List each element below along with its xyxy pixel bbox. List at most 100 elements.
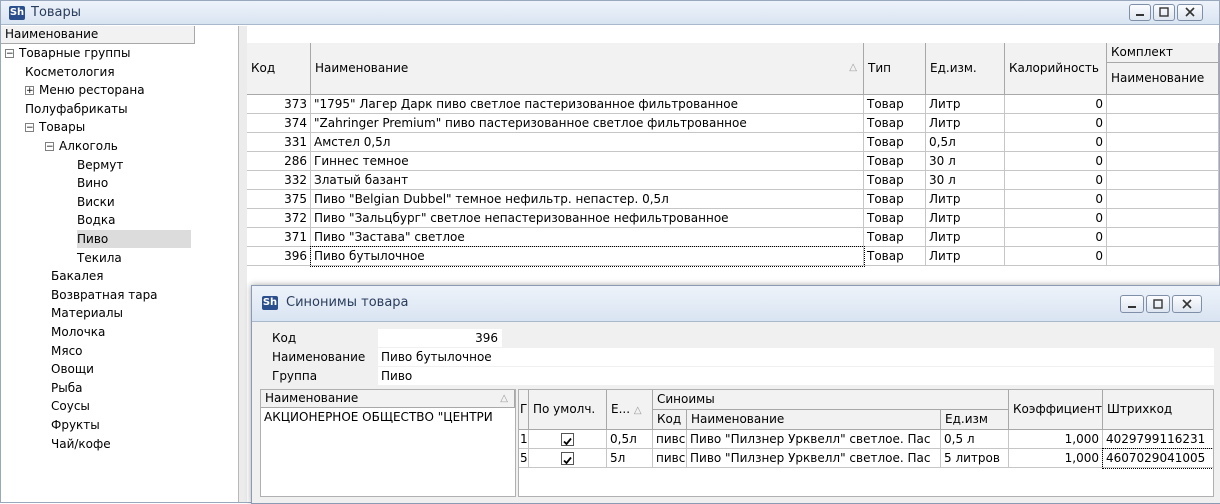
dialog-close-icon[interactable] — [1172, 295, 1202, 313]
supplier-row[interactable]: АКЦИОНЕРНОЕ ОБЩЕСТВО "ЦЕНТРИ — [261, 408, 515, 426]
tree-item[interactable]: Пиво — [77, 230, 191, 248]
tree-item[interactable]: + Меню ресторана — [25, 81, 145, 99]
syn-col-header-syn-unit[interactable]: Ед.изм — [941, 410, 1009, 430]
table-row[interactable]: 5 5л пивс Пиво "Пилзнер Урквелл" светлое. П… — [519, 448, 1213, 469]
cell-default — [529, 449, 607, 468]
table-row[interactable]: 332 Златый базант Товар 30 л0 — [247, 171, 1219, 190]
tree-item[interactable]: Полуфабрикаты — [25, 100, 128, 118]
syn-col-header-unit[interactable]: Е... △ — [607, 390, 653, 430]
cell-code: 375 — [247, 190, 311, 209]
cell-unit: 0,5л — [926, 133, 1005, 152]
tree-item[interactable]: Фрукты — [51, 416, 100, 434]
cell-kit-name — [1107, 190, 1219, 209]
minimize-icon[interactable] — [1129, 4, 1151, 21]
syn-col-header-syn-code[interactable]: Код — [653, 410, 687, 430]
tree-item[interactable]: Виски — [77, 193, 115, 211]
collapse-icon[interactable]: − — [25, 123, 34, 133]
syn-col-header-first[interactable]: Г — [519, 390, 529, 430]
syn-col-header-synonyms[interactable]: Синоимы — [653, 390, 1009, 410]
tree-item[interactable]: − Алкоголь — [45, 137, 118, 155]
group-label: Группа — [272, 369, 318, 383]
table-row[interactable]: 396 Пиво бутылочное Товар Литр 0 — [247, 246, 1219, 267]
tree-item[interactable]: Возвратная тара — [51, 286, 158, 304]
dialog-title: Синонимы товара — [286, 295, 409, 310]
name-label: Наименование — [272, 350, 366, 364]
cell-code: 332 — [247, 171, 311, 190]
cell-type: Товар — [864, 133, 926, 152]
cell-code: 373 — [247, 95, 311, 114]
name-field[interactable]: Пиво бутылочное — [378, 348, 1214, 366]
dialog-logo-icon: Sh — [262, 296, 278, 310]
table-row[interactable]: 375 Пиво "Belgian Dubbel" темное нефильтр… — [247, 190, 1219, 209]
table-row[interactable]: 1 0,5л пивс Пиво "Пилзнер Урквелл" светлое.… — [519, 430, 1213, 449]
col-header-unit[interactable]: Ед.изм. — [926, 43, 1005, 95]
col-header-kit-name[interactable]: Наименование — [1107, 63, 1219, 95]
col-header-kit[interactable]: Комплект — [1107, 43, 1219, 63]
col-header-code[interactable]: Код — [247, 43, 311, 95]
cell-code: 331 — [247, 133, 311, 152]
syn-col-header-unit-label: Е... — [611, 402, 631, 416]
dialog-minimize-icon[interactable] — [1120, 295, 1144, 313]
default-checkbox[interactable] — [561, 433, 574, 446]
table-row[interactable]: 286 Гиннес темное Товар 30 л0 — [247, 152, 1219, 171]
syn-col-header-syn-name[interactable]: Наименование — [687, 410, 941, 430]
syn-col-header-default[interactable]: По умолч. — [529, 390, 607, 430]
tree-item[interactable]: Чай/кофе — [51, 435, 111, 453]
cell-syn_code: пивс — [653, 449, 687, 468]
main-window-title: Товары — [31, 5, 82, 20]
main-window: Sh Товары Наименование − Товарные группы К… — [0, 0, 1220, 504]
tree-item[interactable]: Косметология — [25, 63, 115, 81]
tree-item[interactable]: − Товары — [25, 118, 85, 136]
collapse-icon[interactable]: − — [5, 49, 14, 59]
synonyms-grid: Г По умолч. Е... △ Синоимы Код Наименова… — [518, 389, 1214, 497]
tree-item[interactable]: Рыба — [51, 379, 82, 397]
dialog-titlebar[interactable]: Sh Синонимы товара — [252, 286, 1220, 322]
table-row[interactable]: 372 Пиво "Зальцбург" светлое непастеризов… — [247, 209, 1219, 228]
tree-item[interactable]: Вермут — [77, 156, 123, 174]
tree-item[interactable]: Вино — [77, 174, 108, 192]
cell-calories: 0 — [1005, 209, 1107, 228]
panel-splitter[interactable] — [239, 26, 247, 502]
code-field[interactable]: 396 — [378, 329, 502, 347]
collapse-icon[interactable]: − — [45, 142, 54, 152]
col-header-name[interactable]: Наименование △ — [311, 43, 864, 95]
tree-item[interactable]: Бакалея — [51, 267, 103, 285]
supplier-list-header[interactable]: Наименование △ — [261, 390, 515, 408]
tree-item[interactable]: Мясо — [51, 342, 83, 360]
sort-asc-icon: △ — [849, 62, 857, 73]
tree-item[interactable]: Молочка — [51, 323, 105, 341]
close-icon[interactable] — [1177, 4, 1203, 21]
syn-col-header-barcode[interactable]: Штрихкод — [1103, 390, 1213, 430]
supplier-sort-icon: △ — [500, 393, 508, 404]
tree-item-label: Полуфабрикаты — [25, 101, 128, 116]
tree-item-label: Виски — [77, 194, 115, 209]
tree-item[interactable]: Текила — [77, 249, 122, 267]
tree-item[interactable]: − Товарные группы — [5, 44, 130, 62]
tree-item-label: Молочка — [51, 325, 106, 339]
col-header-type[interactable]: Тип — [864, 43, 926, 95]
tree-item[interactable]: Овощи — [51, 360, 94, 378]
main-titlebar[interactable]: Sh Товары — [1, 1, 1219, 25]
app-logo-icon: Sh — [9, 6, 25, 20]
tree-item[interactable]: Соусы — [51, 397, 90, 415]
cell-calories: 0 — [1005, 152, 1107, 171]
cell-type: Товар — [864, 114, 926, 133]
col-header-calories[interactable]: Калорийность — [1005, 43, 1107, 95]
cell-name: Пиво "Belgian Dubbel" темное нефильтр. н… — [311, 190, 864, 209]
table-row[interactable]: 373 "1795" Лагер Дарк пиво светлое пастер… — [247, 95, 1219, 114]
group-field[interactable]: Пиво — [378, 367, 1214, 385]
cell-unit: Литр — [926, 114, 1005, 133]
syn-col-header-coef[interactable]: Коэффициент — [1009, 390, 1103, 430]
maximize-icon[interactable] — [1153, 4, 1175, 21]
table-row[interactable]: 371 Пиво "Застава" светлое Товар Литр 0 — [247, 228, 1219, 247]
dialog-maximize-icon[interactable] — [1146, 295, 1170, 313]
table-row[interactable]: 374 "Zahringer Premium" пиво пастеризован… — [247, 114, 1219, 133]
tree-item[interactable]: Водка — [77, 211, 115, 229]
tree-item[interactable]: Материалы — [51, 304, 123, 322]
tree-header[interactable]: Наименование — [1, 26, 195, 44]
cell-name: "Zahringer Premium" пиво пастеризованное… — [311, 114, 864, 133]
expand-icon[interactable]: + — [25, 86, 34, 96]
table-row[interactable]: 331 Амстел 0,5л Товар 0,5л 0 — [247, 133, 1219, 152]
default-checkbox[interactable] — [561, 452, 574, 465]
cell-unit: 30 л — [926, 152, 1005, 171]
